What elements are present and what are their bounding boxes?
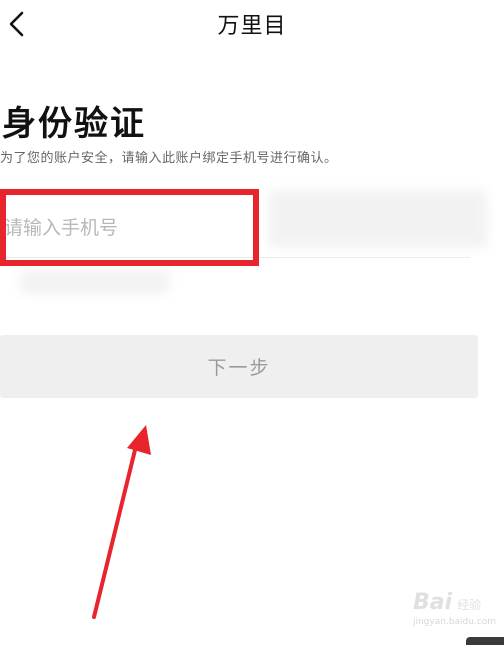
page-title: 身份验证 xyxy=(2,104,146,144)
watermark-logo: Bai 经验 jingyan.baidu.com xyxy=(413,590,496,627)
identity-verification-screen: 万里目 身份验证 为了您的账户安全，请输入此账户绑定手机号进行确认。 下一步 B… xyxy=(0,0,504,645)
watermark-brand: Bai xyxy=(412,590,453,615)
page-header-title: 万里目 xyxy=(217,14,287,39)
phone-number-input[interactable] xyxy=(0,198,470,258)
watermark-url: jingyan.baidu.com xyxy=(412,617,496,627)
next-step-button[interactable]: 下一步 xyxy=(0,335,478,398)
page-subtitle: 为了您的账户安全，请输入此账户绑定手机号进行确认。 xyxy=(0,151,338,166)
navigation-bar: 万里目 xyxy=(0,0,504,48)
watermark-brand-suffix: 经验 xyxy=(457,598,482,612)
blurred-region xyxy=(20,270,170,294)
home-indicator xyxy=(466,637,504,645)
